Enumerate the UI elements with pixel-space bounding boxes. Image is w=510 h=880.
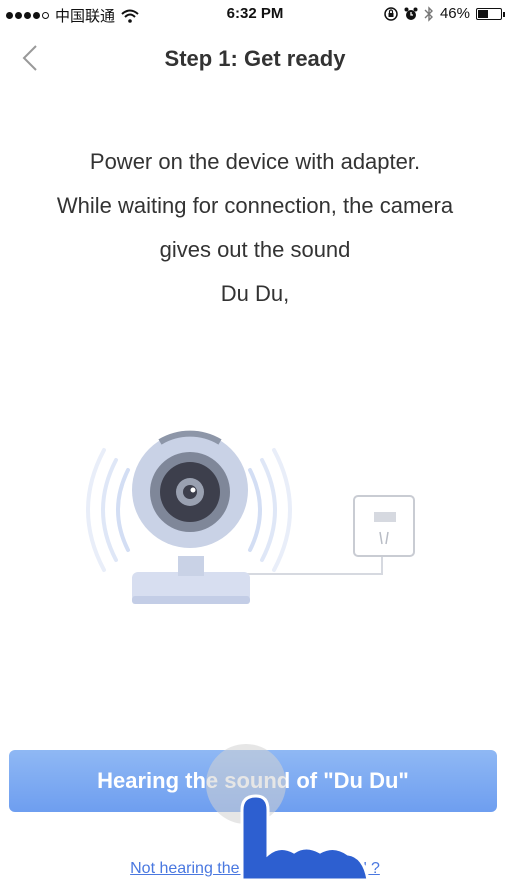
instructions: Power on the device with adapter. While …	[0, 140, 510, 316]
instruction-line: Power on the device with adapter.	[89, 149, 421, 174]
page-title: Step 1: Get ready	[164, 46, 346, 71]
instruction-line: gives out the sound	[159, 237, 351, 262]
status-right: 46%	[384, 5, 505, 22]
battery-percent: 46%	[439, 5, 470, 22]
instruction-line: While waiting for connection, the camera	[56, 193, 454, 218]
webcam-icon	[132, 430, 250, 604]
bluetooth-icon	[424, 5, 433, 22]
orientation-lock-icon	[384, 6, 398, 21]
battery-icon	[476, 7, 505, 20]
alarm-icon	[404, 7, 418, 20]
nav-bar: Step 1: Get ready	[0, 30, 510, 86]
camera-illustration	[86, 430, 415, 604]
status-bar: 中国联通 6:32 PM 46%	[0, 0, 510, 30]
pointing-hand-icon	[240, 794, 370, 880]
instruction-line: Du Du,	[220, 281, 290, 306]
power-outlet-icon	[353, 495, 415, 557]
